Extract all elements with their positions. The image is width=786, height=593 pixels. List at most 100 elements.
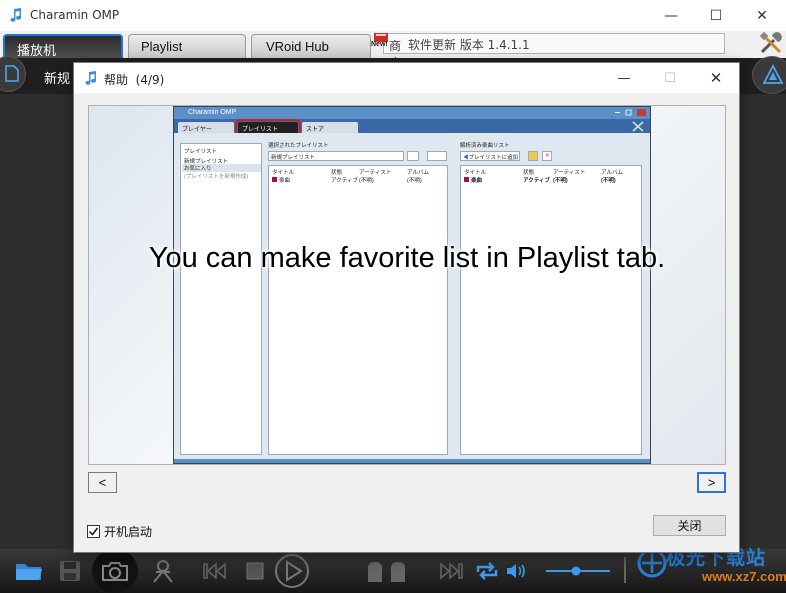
inner-col-header: アルバム <box>601 170 623 176</box>
triangle-logo-icon <box>762 64 784 84</box>
close-button-label: 关闭 <box>677 519 702 533</box>
inner-sort-buttons <box>427 151 447 161</box>
inner-row-cell: アクティブ <box>331 178 358 184</box>
close-window-button[interactable]: ✕ <box>739 0 785 31</box>
hands-button[interactable] <box>364 557 412 585</box>
inner-row-cell: アクティブ <box>523 178 550 184</box>
stop-button[interactable] <box>242 557 268 585</box>
autostart-option[interactable]: 开机启动 <box>87 523 152 540</box>
repeat-button[interactable] <box>472 557 502 585</box>
inner-col-header: 状態 <box>523 170 535 176</box>
inner-tab-player: プレイヤー <box>178 122 234 133</box>
inner-delete-button: ✕ <box>542 151 552 161</box>
inner-name-value: 新規プレイリスト <box>271 155 316 161</box>
tab-vroid-hub[interactable]: VRoid Hub <box>251 34 371 58</box>
help-page-indicator: (4/9) <box>135 73 165 87</box>
help-dialog: 帮助 (4/9) — ☐ ✕ Charamin OMP プレイヤー プレイリスト… <box>73 62 740 553</box>
checkmark-icon <box>88 527 99 536</box>
inner-row-marker <box>464 177 469 182</box>
inner-add-button-label: ◀プレイリストに追加 <box>463 153 518 161</box>
inner-folder-button <box>528 151 538 161</box>
skip-forward-icon <box>440 562 463 580</box>
tab-playlist-label: Playlist <box>141 39 183 54</box>
character-icon <box>153 560 173 583</box>
inner-col-header: タイトル <box>272 170 295 176</box>
inner-row-cell: (不明) <box>359 178 374 184</box>
close-icon: ✕ <box>709 69 723 87</box>
divider <box>624 557 626 583</box>
camera-button[interactable] <box>92 549 138 593</box>
update-notice-text: 软件更新 版本 1.4.1.1 <box>408 38 530 52</box>
help-close-window-button[interactable]: ✕ <box>694 63 738 93</box>
open-folder-button[interactable] <box>12 557 46 585</box>
inner-selected-list: タイトル 状態 アーティスト アルバム 楽曲 アクティブ (不明) (不明) <box>268 165 448 455</box>
inner-app-title: Charamin OMP <box>188 109 237 116</box>
help-minimize-button[interactable]: — <box>602 63 646 93</box>
save-button[interactable] <box>56 557 84 585</box>
inner-col-header: タイトル <box>464 170 487 176</box>
previous-page-button[interactable]: < <box>88 472 117 493</box>
inner-row-cell: 楽曲 <box>279 178 291 184</box>
help-title-text: 帮助 <box>104 73 129 87</box>
inner-col-header: アーティスト <box>359 170 392 176</box>
help-caption: You can make favorite list in Playlist t… <box>148 242 666 274</box>
play-button[interactable] <box>272 553 312 589</box>
maximize-icon: ☐ <box>709 7 723 24</box>
update-notice[interactable]: 软件更新 版本 1.4.1.1 <box>383 33 725 54</box>
inner-app-window: Charamin OMP プレイヤー プレイリスト ストア プレイリスト 新規プ… <box>173 106 651 464</box>
file-icon <box>5 65 19 82</box>
new-badge-label: New! <box>371 41 388 48</box>
new-badge-icon: New! 商店 <box>369 31 401 70</box>
autostart-checkbox[interactable] <box>87 525 100 538</box>
tab-vroid-hub-label: VRoid Hub <box>266 39 329 54</box>
previous-track-button[interactable] <box>200 557 230 585</box>
next-page-button[interactable]: > <box>697 472 726 493</box>
inner-col-header: 状態 <box>331 170 343 176</box>
volume-button[interactable] <box>504 557 530 585</box>
main-titlebar: Charamin OMP — ☐ ✕ <box>0 0 786 31</box>
tools-icon[interactable] <box>758 30 786 56</box>
music-note-icon <box>85 71 96 85</box>
tab-playlist[interactable]: Playlist <box>128 34 246 58</box>
save-icon <box>60 561 80 581</box>
hands-icon <box>368 562 405 582</box>
autostart-label: 开机启动 <box>104 525 153 539</box>
inner-add-button: ◀プレイリストに追加 <box>460 151 520 161</box>
inner-tab-playlist: プレイリスト <box>235 119 301 136</box>
app-title: Charamin OMP <box>30 8 120 22</box>
character-button[interactable] <box>148 557 178 585</box>
inner-add-button-text: プレイリストに追加 <box>468 155 519 161</box>
inner-name-field: 新規プレイリスト <box>268 151 404 161</box>
inner-tab-store: ストア <box>302 122 358 133</box>
minimize-button[interactable]: — <box>648 0 694 31</box>
inner-content: プレイリスト 新規プレイリスト お気に入り (プレイリストを新規作成) 選択され… <box>174 133 650 459</box>
inner-row-cell: 楽曲 <box>471 178 483 184</box>
inner-tools-icon <box>632 121 644 132</box>
help-screenshot: Charamin OMP プレイヤー プレイリスト ストア プレイリスト 新規プ… <box>88 105 726 465</box>
chevron-right-icon: > <box>707 475 716 490</box>
new-file-button[interactable] <box>0 56 26 92</box>
inner-playlist-item: お気に入り <box>182 164 261 172</box>
music-note-icon <box>10 8 21 22</box>
close-button[interactable]: 关闭 <box>653 515 726 536</box>
close-icon: ✕ <box>756 7 768 24</box>
inner-clear-button <box>407 151 419 161</box>
inner-tab-bar: プレイヤー プレイリスト ストア <box>174 119 650 136</box>
maximize-button[interactable]: ☐ <box>693 0 739 31</box>
minimize-icon: — <box>617 70 631 86</box>
inner-row-cell: (不明) <box>407 178 422 184</box>
vroid-button[interactable] <box>752 56 786 94</box>
volume-slider[interactable] <box>546 557 610 585</box>
inner-window-controls <box>615 109 646 116</box>
inner-playlist-header: プレイリスト <box>184 149 218 155</box>
help-title: 帮助 (4/9) <box>104 71 164 88</box>
stop-icon <box>246 562 264 580</box>
tab-player[interactable]: 播放机 <box>3 34 123 59</box>
new-label: 新规 <box>44 72 71 87</box>
inner-row-cell: (不明) <box>553 178 568 184</box>
repeat-icon <box>476 562 498 580</box>
volume-slider-track <box>546 566 610 576</box>
inner-playlist-item: (プレイリストを新規作成) <box>184 174 249 180</box>
inner-x-icon: ✕ <box>545 153 550 159</box>
next-track-button[interactable] <box>436 557 466 585</box>
